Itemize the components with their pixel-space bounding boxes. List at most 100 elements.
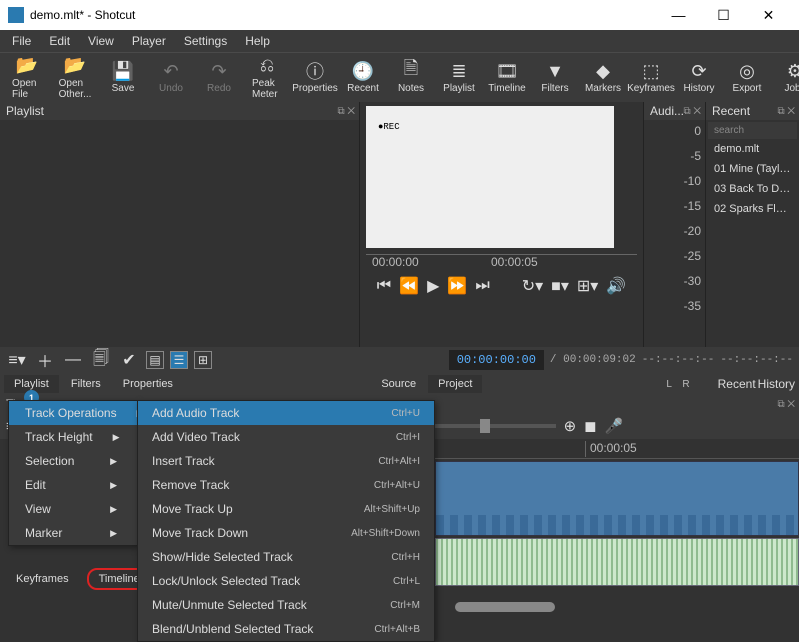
video-track[interactable] xyxy=(435,461,799,536)
skip-next-button[interactable]: ⏭ xyxy=(475,277,489,295)
timeline-ruler[interactable]: 00:00:05 xyxy=(435,439,799,459)
menu-edit[interactable]: Edit▶ xyxy=(9,473,137,497)
recent-title: Recent⧉ ✕ xyxy=(706,102,799,120)
main-toolbar: 📂Open File📂Open Other...💾Save↶Undo↷Redo⎌… xyxy=(0,52,799,102)
app-icon xyxy=(8,7,24,23)
tabbar-left: Playlist Filters Properties Source Proje… xyxy=(0,373,799,395)
tool-notes[interactable]: 🗎Notes xyxy=(390,57,432,98)
timecode-duration: / 00:00:09:02 xyxy=(550,354,636,366)
rewind-button[interactable]: ⏪ xyxy=(399,276,419,296)
zoom-in-icon[interactable]: ⊕ xyxy=(564,417,577,435)
menu-move-track-down[interactable]: Move Track DownAlt+Shift+Down xyxy=(138,521,434,545)
add-icon[interactable]: ＋ xyxy=(34,348,56,372)
bottom-tabs: Keyframes Timeline xyxy=(6,568,152,590)
menu-view[interactable]: View xyxy=(80,32,122,50)
skip-prev-button[interactable]: ⏮ xyxy=(377,277,391,295)
menu-add-video-track[interactable]: Add Video TrackCtrl+I xyxy=(138,425,434,449)
tool-markers[interactable]: ◆Markers xyxy=(582,57,624,98)
remove-icon[interactable]: — xyxy=(62,351,84,369)
playlist-title: Playlist⧉ ✕ xyxy=(0,102,359,120)
tool-properties[interactable]: ⓘProperties xyxy=(294,57,336,98)
volume-button[interactable]: 🔊 xyxy=(606,276,626,296)
tool-playlist[interactable]: ≣Playlist xyxy=(438,57,480,98)
tab-project[interactable]: Project xyxy=(428,375,482,393)
recent-item[interactable]: 02 Sparks Fly (Taylor's Ve... xyxy=(708,199,797,219)
menu-move-track-up[interactable]: Move Track UpAlt+Shift+Up xyxy=(138,497,434,521)
rec-indicator: ●REC xyxy=(378,122,400,132)
tool-jobs[interactable]: ⚙Jobs xyxy=(774,57,799,98)
tool-open-file[interactable]: 📂Open File xyxy=(6,52,48,104)
tab-keyframes[interactable]: Keyframes xyxy=(6,570,79,588)
minimize-button[interactable]: — xyxy=(656,0,701,30)
tool-save[interactable]: 💾Save xyxy=(102,57,144,98)
tool-recent[interactable]: 🕘Recent xyxy=(342,57,384,98)
menu-insert-track[interactable]: Insert TrackCtrl+Alt+I xyxy=(138,449,434,473)
tab-source[interactable]: Source xyxy=(371,375,426,393)
menu-marker[interactable]: Marker▶ xyxy=(9,521,137,545)
tool-redo[interactable]: ↷Redo xyxy=(198,57,240,98)
zoom-button[interactable]: ■▾ xyxy=(551,276,569,296)
context-menu: Track Operations▶Track Height▶Selection▶… xyxy=(8,400,138,546)
tab-filters[interactable]: Filters xyxy=(61,375,111,393)
recent-item[interactable]: 03 Back To December (T... xyxy=(708,179,797,199)
tool-open-other-[interactable]: 📂Open Other... xyxy=(54,52,96,104)
tool-history[interactable]: ⟳History xyxy=(678,57,720,98)
timecode-in: --:--:--:-- xyxy=(642,354,715,366)
tab-recent[interactable]: Recent xyxy=(718,377,756,391)
view-list-button[interactable]: ☰ xyxy=(170,351,188,369)
loop-button[interactable]: ↻▾ xyxy=(522,276,543,296)
menu-selection[interactable]: Selection▶ xyxy=(9,449,137,473)
preview-canvas[interactable]: ●REC xyxy=(366,106,614,248)
player-controls: ⏮ ⏪ ▶ ⏩ ⏭ ↻▾ ■▾ ⊞▾ 🔊 xyxy=(360,272,643,300)
menu-track-height[interactable]: Track Height▶ xyxy=(9,425,137,449)
timeline-scrollbar[interactable] xyxy=(455,602,555,612)
check-icon[interactable]: ✔ xyxy=(118,350,140,370)
forward-button[interactable]: ⏩ xyxy=(447,276,467,296)
tool-peak-meter[interactable]: ⎌Peak Meter xyxy=(246,52,288,104)
timecode-current[interactable]: 00:00:00:00 xyxy=(449,350,544,370)
menu-blend-unblend-selected-track[interactable]: Blend/Unblend Selected TrackCtrl+Alt+B xyxy=(138,617,434,641)
recent-item[interactable]: demo.mlt xyxy=(708,139,797,159)
menu-track-operations[interactable]: Track Operations▶ xyxy=(9,401,137,425)
tab-properties[interactable]: Properties xyxy=(113,375,183,393)
menu-icon[interactable]: ≡▾ xyxy=(6,350,28,370)
tool-timeline[interactable]: 🎞Timeline xyxy=(486,57,528,98)
menu-view[interactable]: View▶ xyxy=(9,497,137,521)
menu-lock-unlock-selected-track[interactable]: Lock/Unlock Selected TrackCtrl+L xyxy=(138,569,434,593)
preview-panel: ●REC 00:00:00 00:00:05 ⏮ ⏪ ▶ ⏩ ⏭ ↻▾ ■▾ ⊞… xyxy=(360,102,643,347)
audio-title: Audi...⧉ ✕ xyxy=(644,102,705,120)
tool-export[interactable]: ◎Export xyxy=(726,57,768,98)
view-grid-button[interactable]: ⊞ xyxy=(194,351,212,369)
player-ruler[interactable]: 00:00:00 00:00:05 xyxy=(366,254,637,272)
tool-keyframes[interactable]: ⬚Keyframes xyxy=(630,57,672,98)
menu-edit[interactable]: Edit xyxy=(41,32,78,50)
recent-search[interactable]: search xyxy=(708,122,797,139)
view-detail-button[interactable]: ▤ xyxy=(146,351,164,369)
audio-panel: Audi...⧉ ✕ 0-5-10-15-20-25-30-35 xyxy=(643,102,705,347)
zoom-fit-icon[interactable]: ◼ xyxy=(584,417,596,435)
menu-file[interactable]: File xyxy=(4,32,39,50)
window-title: demo.mlt* - Shotcut xyxy=(30,8,656,22)
close-button[interactable]: ✕ xyxy=(746,0,791,30)
tab-history[interactable]: History xyxy=(758,377,795,391)
menu-player[interactable]: Player xyxy=(124,32,174,50)
menu-settings[interactable]: Settings xyxy=(176,32,235,50)
titlebar: demo.mlt* - Shotcut — ☐ ✕ xyxy=(0,0,799,30)
menu-remove-track[interactable]: Remove TrackCtrl+Alt+U xyxy=(138,473,434,497)
menu-show-hide-selected-track[interactable]: Show/Hide Selected TrackCtrl+H xyxy=(138,545,434,569)
tool-filters[interactable]: ▼Filters xyxy=(534,57,576,98)
midbar: ≡▾ ＋ — 🗐 ✔ ▤ ☰ ⊞ 00:00:00:00 / 00:00:09:… xyxy=(0,347,799,373)
play-button[interactable]: ▶ xyxy=(427,276,439,296)
maximize-button[interactable]: ☐ xyxy=(701,0,746,30)
submenu-track-operations: Add Audio TrackCtrl+UAdd Video TrackCtrl… xyxy=(137,400,435,642)
grid-button[interactable]: ⊞▾ xyxy=(577,276,598,296)
tool-undo[interactable]: ↶Undo xyxy=(150,57,192,98)
menu-help[interactable]: Help xyxy=(237,32,278,50)
audio-track[interactable] xyxy=(435,538,799,586)
update-icon[interactable]: 🗐 xyxy=(90,347,112,374)
playlist-panel: Playlist⧉ ✕ xyxy=(0,102,360,347)
menu-mute-unmute-selected-track[interactable]: Mute/Unmute Selected TrackCtrl+M xyxy=(138,593,434,617)
menu-add-audio-track[interactable]: Add Audio TrackCtrl+U xyxy=(138,401,434,425)
record-icon[interactable]: 🎤 xyxy=(605,417,624,435)
recent-item[interactable]: 01 Mine (Taylor's Versio... xyxy=(708,159,797,179)
